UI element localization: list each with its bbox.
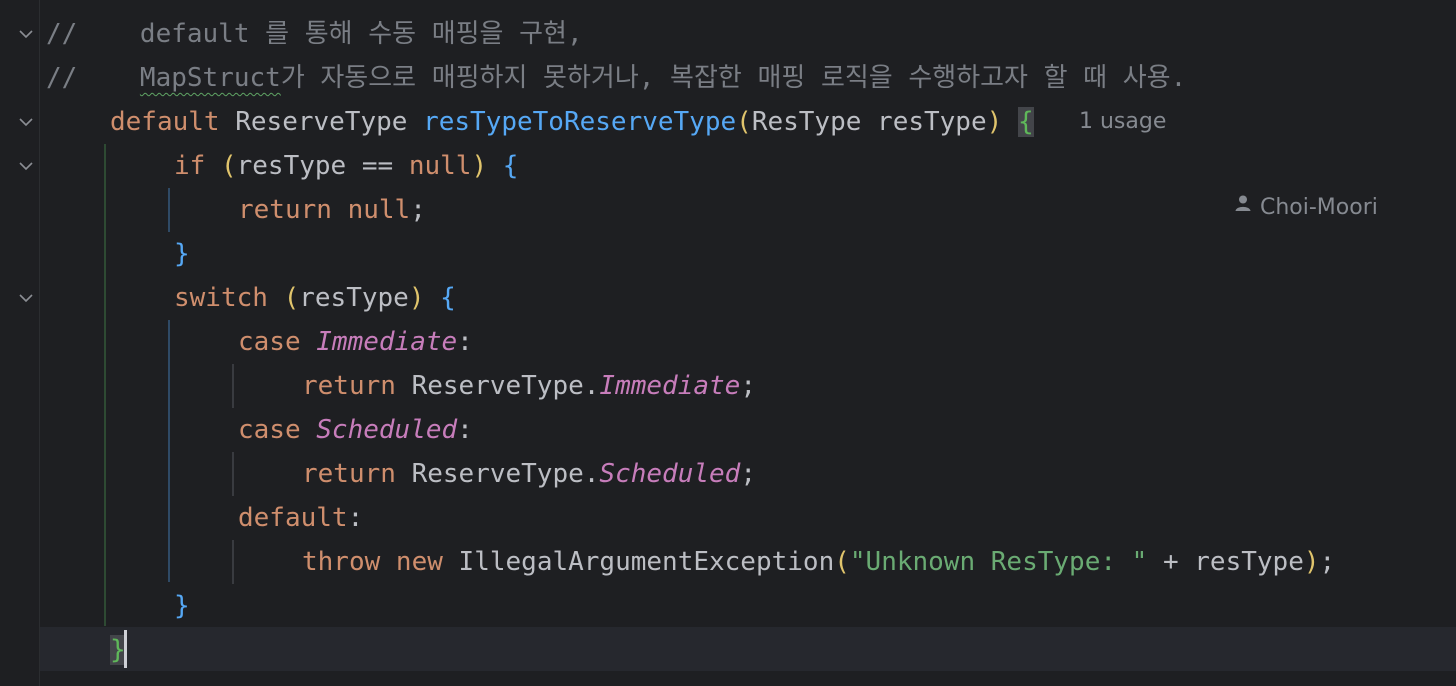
code-token: IllegalArgumentException: [458, 547, 835, 577]
code-token: throw: [302, 547, 396, 577]
code-token: return: [302, 371, 412, 401]
code-line[interactable]: // MapStruct가 자동으로 매핑하지 못하거나, 복잡한 매핑 로직을…: [46, 56, 1186, 100]
code-token: resType ==: [236, 151, 409, 181]
code-token: return: [238, 195, 348, 225]
code-token: //: [46, 63, 140, 93]
code-token: }: [174, 591, 190, 621]
author-name: Choi-Moori: [1259, 195, 1378, 220]
code-token: case: [238, 327, 317, 357]
code-token: + resType: [1147, 547, 1304, 577]
code-line[interactable]: case Scheduled:: [238, 408, 473, 452]
code-line[interactable]: return ReserveType.Scheduled;: [302, 452, 756, 496]
text-caret: [124, 630, 127, 668]
indent-guide: [104, 144, 106, 626]
code-token: ): [408, 283, 441, 313]
code-line[interactable]: }: [174, 584, 190, 628]
code-token: :: [347, 503, 364, 533]
code-token: Scheduled: [316, 415, 458, 445]
code-token: new: [395, 547, 459, 577]
indent-guide: [232, 540, 234, 584]
chevron-down-icon[interactable]: [16, 24, 36, 44]
code-token: {: [1017, 107, 1034, 137]
code-line[interactable]: return null;: [238, 188, 426, 232]
indent-guide: [232, 364, 234, 408]
current-line-highlight: [40, 627, 1456, 671]
indent-guide: [168, 320, 170, 582]
indent-guide: [168, 188, 170, 232]
code-line[interactable]: case Immediate:: [238, 320, 473, 364]
code-token: ResType resType: [751, 107, 987, 137]
code-token: default: [238, 503, 348, 533]
code-line[interactable]: switch (resType) {: [174, 276, 456, 320]
code-token: Scheduled: [599, 459, 741, 489]
code-token: resType: [299, 283, 409, 313]
code-token: ): [986, 107, 1018, 137]
code-line[interactable]: }: [174, 232, 190, 276]
code-token: :: [457, 415, 473, 445]
chevron-down-icon[interactable]: [16, 112, 36, 132]
gutter-separator: [39, 0, 40, 686]
code-token: 가 자동으로 매핑하지 못하거나, 복잡한 매핑 로직을 수행하고자 할 때 사…: [280, 63, 1187, 93]
code-token: MapStruct: [139, 63, 281, 93]
code-token: ReserveType.: [411, 459, 600, 489]
code-line[interactable]: if (resType == null) {: [174, 144, 518, 188]
code-token: Immediate: [316, 327, 458, 357]
code-token: (: [736, 107, 752, 137]
code-token: case: [238, 415, 317, 445]
chevron-down-icon[interactable]: [16, 156, 36, 176]
code-line[interactable]: // default 를 통해 수동 매핑을 구현,: [46, 12, 583, 56]
code-token: if: [174, 151, 221, 181]
code-token: :: [457, 327, 473, 357]
code-token: ReserveType.: [411, 371, 600, 401]
code-token: ;: [1319, 547, 1336, 577]
code-token: null: [347, 195, 411, 225]
code-token: ): [471, 151, 503, 181]
code-token: default: [110, 107, 236, 137]
chevron-down-icon[interactable]: [16, 288, 36, 308]
code-token: resTypeToReserveType: [423, 107, 737, 137]
code-token: null: [408, 151, 472, 181]
code-token: return: [302, 459, 412, 489]
code-token: switch: [174, 283, 284, 313]
usages-hint[interactable]: 1 usage: [1079, 100, 1166, 144]
code-token: ;: [410, 195, 426, 225]
code-token: (: [220, 151, 237, 181]
code-token: }: [174, 239, 190, 269]
user-icon: [1206, 140, 1252, 272]
code-token: ): [1303, 547, 1320, 577]
code-token: ReserveType: [235, 107, 424, 137]
code-token: ;: [740, 371, 756, 401]
code-line[interactable]: return ReserveType.Immediate;: [302, 364, 756, 408]
code-token: "Unknown ResType: ": [849, 547, 1148, 577]
code-token: Immediate: [599, 371, 741, 401]
code-line[interactable]: throw new IllegalArgumentException("Unkn…: [302, 540, 1335, 584]
code-token: {: [440, 283, 456, 313]
code-line[interactable]: default:: [238, 496, 363, 540]
indent-guide: [232, 452, 234, 496]
code-token: // default 를 통해 수동 매핑을 구현,: [46, 19, 583, 49]
author-hint[interactable]: Choi-Moori: [1192, 100, 1378, 220]
code-line[interactable]: default ReserveType resTypeToReserveType…: [110, 100, 1034, 144]
code-token: (: [283, 283, 300, 313]
code-token: {: [502, 151, 519, 181]
code-token: (: [834, 547, 850, 577]
code-token: ;: [740, 459, 756, 489]
